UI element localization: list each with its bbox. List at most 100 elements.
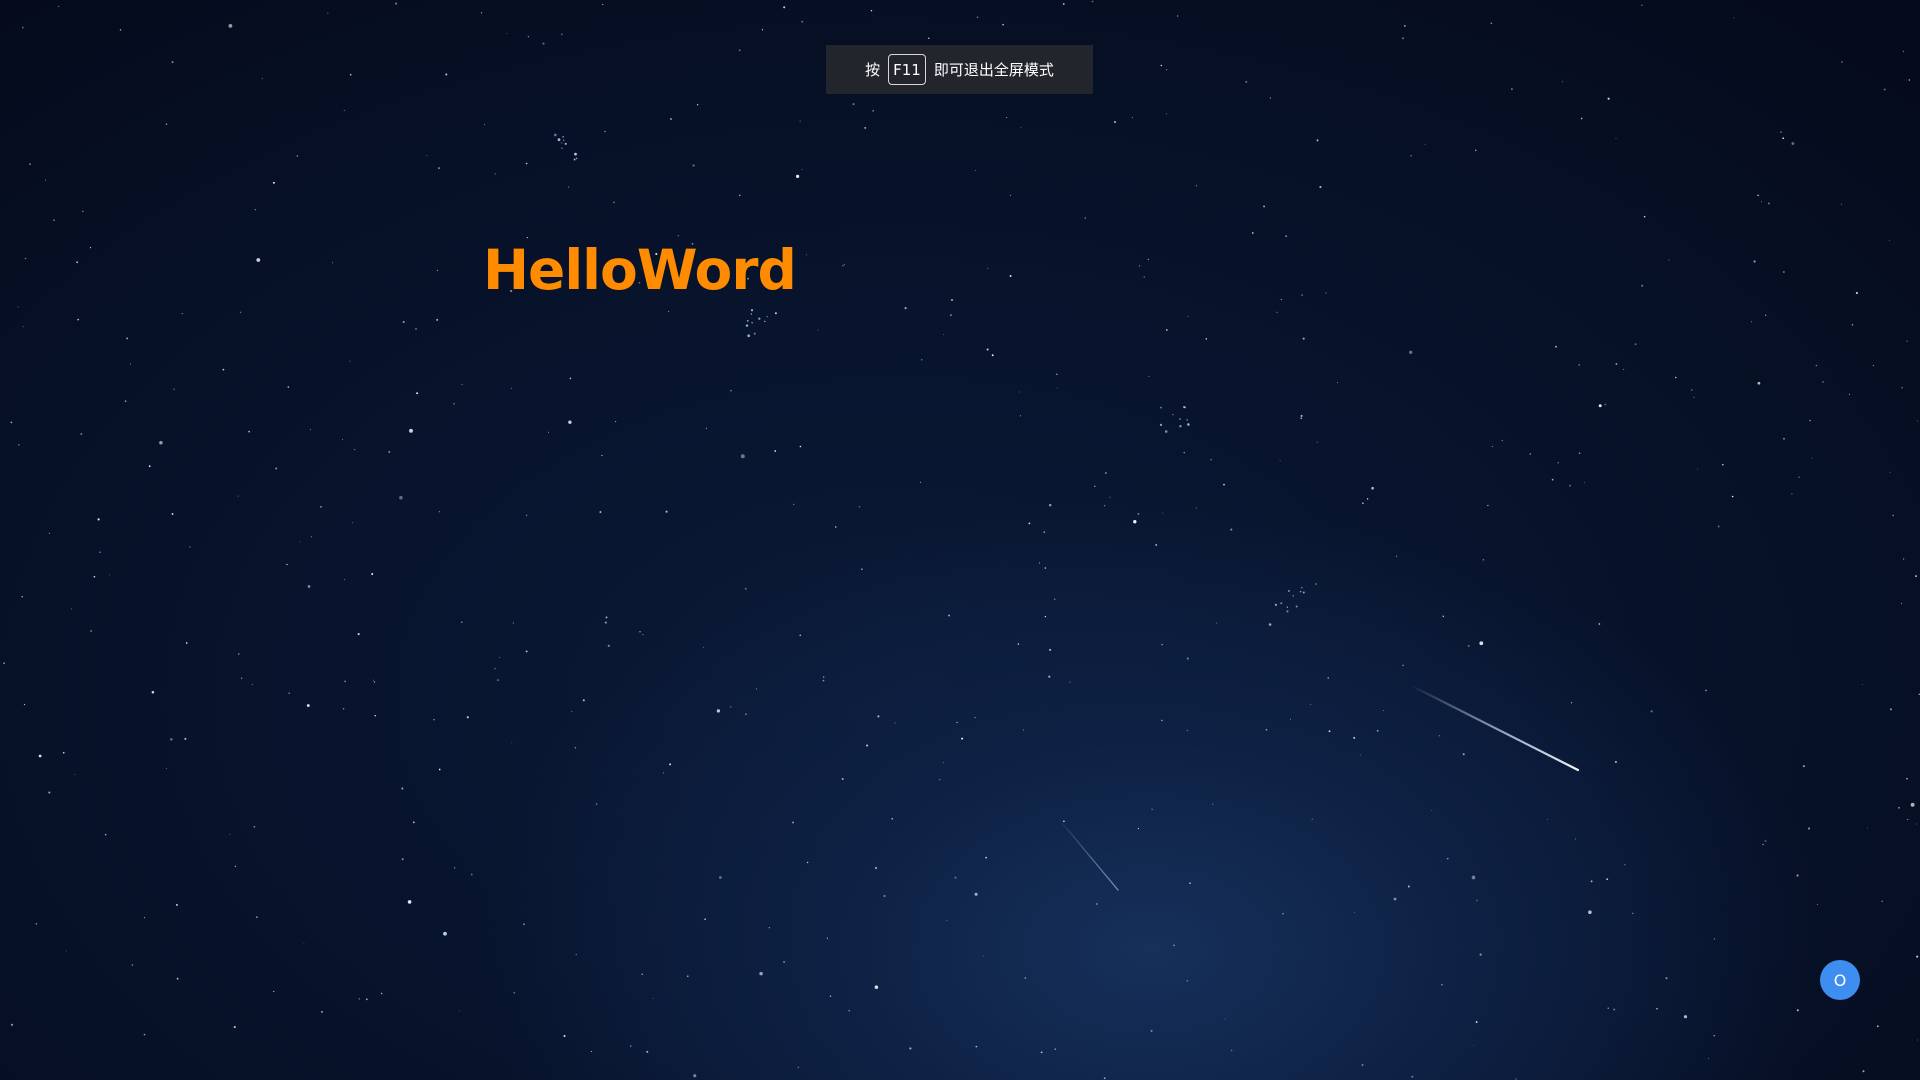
- star: [1431, 809, 1433, 811]
- star: [991, 354, 994, 357]
- star: [401, 858, 404, 861]
- star: [1165, 329, 1168, 331]
- star: [872, 110, 874, 112]
- star: [641, 973, 643, 975]
- star: [801, 20, 804, 23]
- star: [943, 333, 944, 335]
- star: [904, 307, 907, 310]
- star: [1195, 185, 1198, 187]
- star: [1084, 217, 1086, 219]
- star: [286, 563, 288, 566]
- star: [730, 389, 732, 392]
- star: [173, 388, 175, 390]
- star: [1044, 615, 1047, 618]
- star: [35, 923, 38, 925]
- fullscreen-exit-toast: 按 F11 即可退出全屏模式: [826, 45, 1093, 94]
- star: [409, 428, 413, 433]
- star: [1883, 88, 1886, 91]
- star: [1624, 864, 1626, 866]
- star: [1623, 368, 1625, 370]
- star: [746, 320, 749, 322]
- star: [21, 26, 24, 29]
- star: [665, 510, 668, 513]
- star: [1103, 1077, 1106, 1080]
- star: [793, 503, 795, 506]
- star: [548, 431, 549, 433]
- star: [89, 247, 92, 249]
- star: [261, 78, 263, 80]
- star: [1223, 483, 1225, 486]
- star: [1691, 389, 1693, 391]
- star: [1816, 903, 1818, 905]
- page-title: HelloWord: [483, 238, 797, 302]
- star: [560, 142, 563, 144]
- star: [510, 387, 513, 389]
- star: [1138, 265, 1141, 267]
- star: [1411, 1075, 1414, 1078]
- star: [562, 139, 565, 142]
- star: [1063, 3, 1065, 5]
- star: [1280, 298, 1282, 300]
- star: [494, 173, 496, 175]
- star: [1300, 417, 1303, 420]
- star: [590, 1050, 593, 1053]
- star: [1361, 1064, 1364, 1066]
- star: [525, 162, 528, 165]
- star: [228, 24, 233, 28]
- star: [745, 324, 749, 327]
- star: [755, 688, 757, 690]
- star: [374, 714, 376, 717]
- star: [309, 428, 311, 430]
- star: [573, 158, 576, 161]
- star: [1396, 555, 1398, 557]
- star: [1230, 528, 1233, 531]
- star: [1024, 977, 1027, 979]
- star: [1325, 292, 1327, 294]
- star: [373, 681, 376, 683]
- star: [795, 174, 800, 179]
- star: [80, 433, 83, 435]
- star: [1302, 591, 1305, 594]
- star: [109, 574, 110, 576]
- star: [599, 511, 602, 513]
- star: [604, 130, 606, 133]
- star: [1366, 498, 1369, 500]
- star: [1851, 324, 1854, 326]
- star: [1902, 50, 1905, 53]
- star: [185, 642, 188, 644]
- star: [99, 551, 101, 554]
- star: [705, 427, 708, 429]
- star: [1155, 543, 1158, 546]
- star: [176, 977, 179, 980]
- star: [1511, 88, 1513, 90]
- floating-action-button[interactable]: O: [1820, 960, 1860, 1000]
- star: [1693, 396, 1695, 398]
- star: [747, 334, 751, 338]
- star: [1038, 562, 1041, 564]
- star: [801, 168, 803, 170]
- star: [399, 495, 403, 500]
- star: [1551, 478, 1554, 481]
- star: [525, 650, 528, 653]
- star: [1482, 559, 1485, 561]
- star: [352, 522, 354, 524]
- star: [1137, 512, 1140, 515]
- star: [1353, 736, 1356, 739]
- star: [1195, 507, 1197, 509]
- star: [1471, 875, 1476, 880]
- star: [527, 36, 530, 38]
- star: [238, 653, 240, 655]
- star: [954, 876, 957, 879]
- star: [1901, 387, 1903, 389]
- star: [1708, 1057, 1710, 1059]
- star: [563, 1034, 566, 1038]
- star: [1862, 1070, 1865, 1073]
- star: [1295, 605, 1298, 608]
- star: [499, 657, 501, 659]
- star: [166, 768, 167, 769]
- star: [1614, 760, 1617, 763]
- star: [670, 118, 672, 120]
- star: [1613, 1008, 1616, 1011]
- star: [1570, 702, 1573, 704]
- star: [343, 109, 345, 111]
